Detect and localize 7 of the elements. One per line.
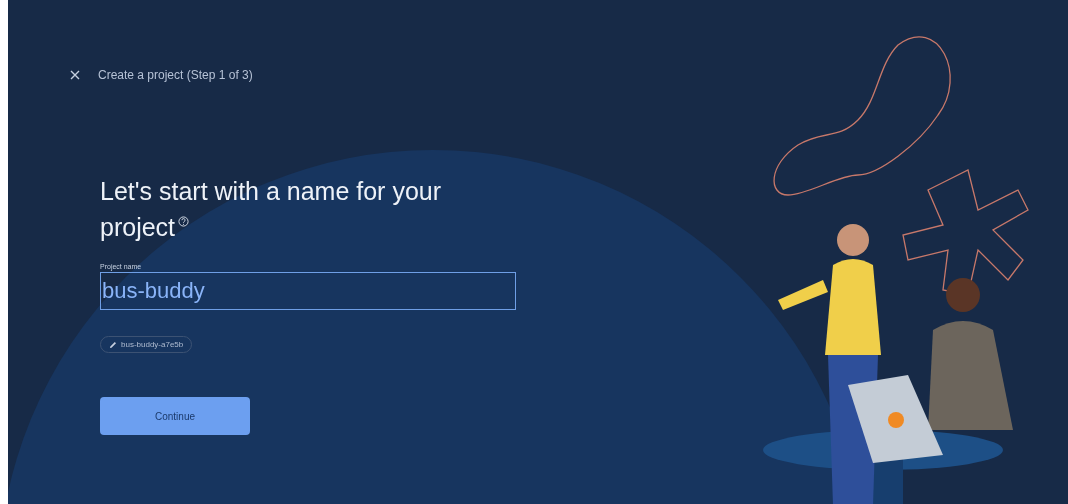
continue-button[interactable]: Continue: [100, 397, 250, 435]
close-icon[interactable]: [70, 70, 80, 80]
project-name-field[interactable]: bus-buddy: [100, 272, 516, 310]
help-icon[interactable]: [178, 215, 190, 227]
pencil-icon: [109, 340, 117, 349]
page-title: Create a project (Step 1 of 3): [98, 68, 253, 82]
heading: Let's start with a name for your project: [100, 176, 443, 243]
